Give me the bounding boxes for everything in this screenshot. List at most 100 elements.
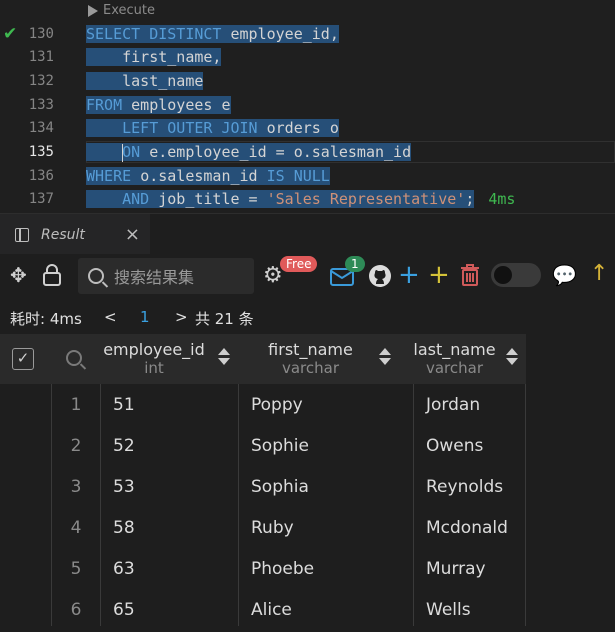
row-number[interactable]: 4	[52, 507, 100, 548]
cell-employee-id[interactable]: 65	[113, 589, 135, 630]
add-row-icon[interactable]: +	[428, 260, 450, 290]
table-row[interactable]: 2 52 Sophie Owens	[0, 425, 615, 466]
row-number[interactable]: 5	[52, 548, 100, 589]
line-number: 134	[28, 120, 54, 136]
row-number[interactable]: 2	[52, 425, 100, 466]
search-placeholder: 搜索结果集	[114, 268, 195, 287]
cell-employee-id[interactable]: 52	[113, 425, 135, 466]
table-row[interactable]: 1 51 Poppy Jordan	[0, 384, 615, 425]
code-text: last_name	[86, 70, 204, 93]
code-text: AND job_title = 'Sales Representative'; 4…	[86, 188, 515, 211]
code-line[interactable]: ✔ 130 SELECT DISTINCT employee_id,	[0, 23, 615, 46]
free-badge[interactable]: Free	[280, 256, 318, 272]
code-line[interactable]: 132 last_name	[0, 70, 615, 93]
code-line[interactable]: 135 ON e.employee_id = o.salesman_id	[0, 141, 615, 164]
current-page[interactable]: 1	[140, 308, 150, 326]
prev-page-button[interactable]: <	[104, 308, 117, 326]
line-number: 135	[28, 144, 54, 160]
code-token: FROM	[86, 96, 123, 114]
line-number: 132	[28, 73, 54, 89]
cell-employee-id[interactable]: 58	[113, 507, 135, 548]
table-row[interactable]: 3 53 Sophia Reynolds	[0, 466, 615, 507]
selection-highlight: WHERE o.salesman_id IS NULL	[86, 167, 330, 185]
code-text: WHERE o.salesman_id IS NULL	[86, 165, 330, 188]
success-check-icon: ✔	[3, 24, 18, 44]
comment-icon[interactable]: 💬	[552, 263, 577, 287]
elapsed-time: 耗时: 4ms	[10, 310, 82, 328]
trash-icon[interactable]	[460, 264, 480, 286]
sort-asc-icon[interactable]	[379, 348, 391, 355]
next-page-button[interactable]: >	[175, 308, 188, 326]
result-tab[interactable]: Result ×	[0, 214, 150, 255]
cell-last-name[interactable]: Reynolds	[426, 466, 503, 507]
cell-first-name[interactable]: Phoebe	[251, 548, 314, 589]
selection-highlight: SELECT DISTINCT employee_id,	[86, 25, 339, 43]
cell-employee-id[interactable]: 53	[113, 466, 135, 507]
row-number[interactable]: 6	[52, 589, 100, 630]
cell-first-name[interactable]: Ruby	[251, 507, 294, 548]
column-header-first-name[interactable]: first_name varchar	[238, 334, 413, 384]
lock-icon[interactable]	[42, 264, 62, 286]
sort-asc-icon[interactable]	[218, 348, 230, 355]
sort-desc-icon[interactable]	[218, 358, 230, 365]
cell-last-name[interactable]: Murray	[426, 548, 486, 589]
result-search-input[interactable]: 搜索结果集	[78, 258, 254, 294]
add-icon[interactable]: +	[398, 260, 420, 290]
execute-codelens[interactable]: Execute	[88, 3, 155, 18]
sort-asc-icon[interactable]	[506, 348, 518, 355]
code-token: o.salesman_id	[140, 167, 258, 185]
grid-header: ✓ employee_id int first_name varchar las…	[0, 334, 526, 384]
table-row[interactable]: 5 63 Phoebe Murray	[0, 548, 615, 589]
select-all-checkbox[interactable]: ✓	[12, 348, 34, 370]
line-number: 131	[28, 49, 54, 65]
code-token: IS NULL	[266, 167, 330, 185]
cell-last-name[interactable]: Owens	[426, 425, 483, 466]
cell-employee-id[interactable]: 63	[113, 548, 135, 589]
table-row[interactable]: 6 65 Alice Wells	[0, 589, 615, 630]
cell-employee-id[interactable]: 51	[113, 384, 135, 425]
cell-last-name[interactable]: Mcdonald	[426, 507, 508, 548]
table-row[interactable]: 4 58 Ruby Mcdonald	[0, 507, 615, 548]
code-token: e.employee_id = o.salesman_id	[149, 143, 412, 161]
sql-editor[interactable]: Execute ✔ 130 SELECT DISTINCT employee_id,…	[0, 0, 615, 213]
row-number[interactable]: 1	[52, 384, 100, 425]
code-text: first_name,	[86, 46, 222, 69]
code-token: first_name,	[86, 48, 222, 66]
code-text: FROM employees e	[86, 94, 231, 117]
selection-highlight: FROM employees e	[86, 96, 231, 114]
github-icon[interactable]	[368, 264, 392, 288]
move-icon[interactable]: ✥	[10, 263, 27, 287]
pagination-bar: 耗时: 4ms < 1 > 共 21 条	[0, 298, 615, 336]
execution-time: 4ms	[488, 190, 516, 208]
cell-first-name[interactable]: Sophia	[251, 466, 309, 507]
row-number[interactable]: 3	[52, 466, 100, 507]
code-line[interactable]: 131 first_name,	[0, 46, 615, 69]
cell-first-name[interactable]: Alice	[251, 589, 292, 630]
toggle-switch[interactable]	[491, 263, 541, 287]
cell-first-name[interactable]: Sophie	[251, 425, 309, 466]
total-count: 共 21 条	[195, 310, 254, 328]
code-line[interactable]: 133 FROM employees e	[0, 94, 615, 117]
code-token: ON	[122, 143, 141, 161]
cell-first-name[interactable]: Poppy	[251, 384, 303, 425]
search-icon	[88, 268, 104, 284]
code-token: job_title =	[158, 190, 258, 208]
selection-highlight: first_name,	[86, 48, 222, 66]
code-token: SELECT DISTINCT	[86, 25, 222, 43]
code-line[interactable]: 134 LEFT OUTER JOIN orders o	[0, 117, 615, 140]
selection-highlight: AND job_title = 'Sales Representative';	[86, 190, 475, 208]
code-line[interactable]: 136 WHERE o.salesman_id IS NULL	[0, 165, 615, 188]
sort-desc-icon[interactable]	[506, 358, 518, 365]
column-header-last-name[interactable]: last_name varchar	[413, 334, 526, 384]
cell-last-name[interactable]: Jordan	[426, 384, 480, 425]
code-line[interactable]: 137 AND job_title = 'Sales Representativ…	[0, 188, 615, 211]
arrow-up-icon[interactable]: ↑	[590, 261, 608, 286]
filter-search-icon[interactable]	[66, 350, 82, 366]
column-header-employee-id[interactable]: employee_id int	[100, 334, 238, 384]
code-text: ON e.employee_id = o.salesman_id	[86, 141, 412, 164]
line-number: 136	[28, 168, 54, 184]
close-icon[interactable]: ×	[125, 224, 140, 245]
code-token: AND	[86, 190, 150, 208]
cell-last-name[interactable]: Wells	[426, 589, 471, 630]
sort-desc-icon[interactable]	[379, 358, 391, 365]
